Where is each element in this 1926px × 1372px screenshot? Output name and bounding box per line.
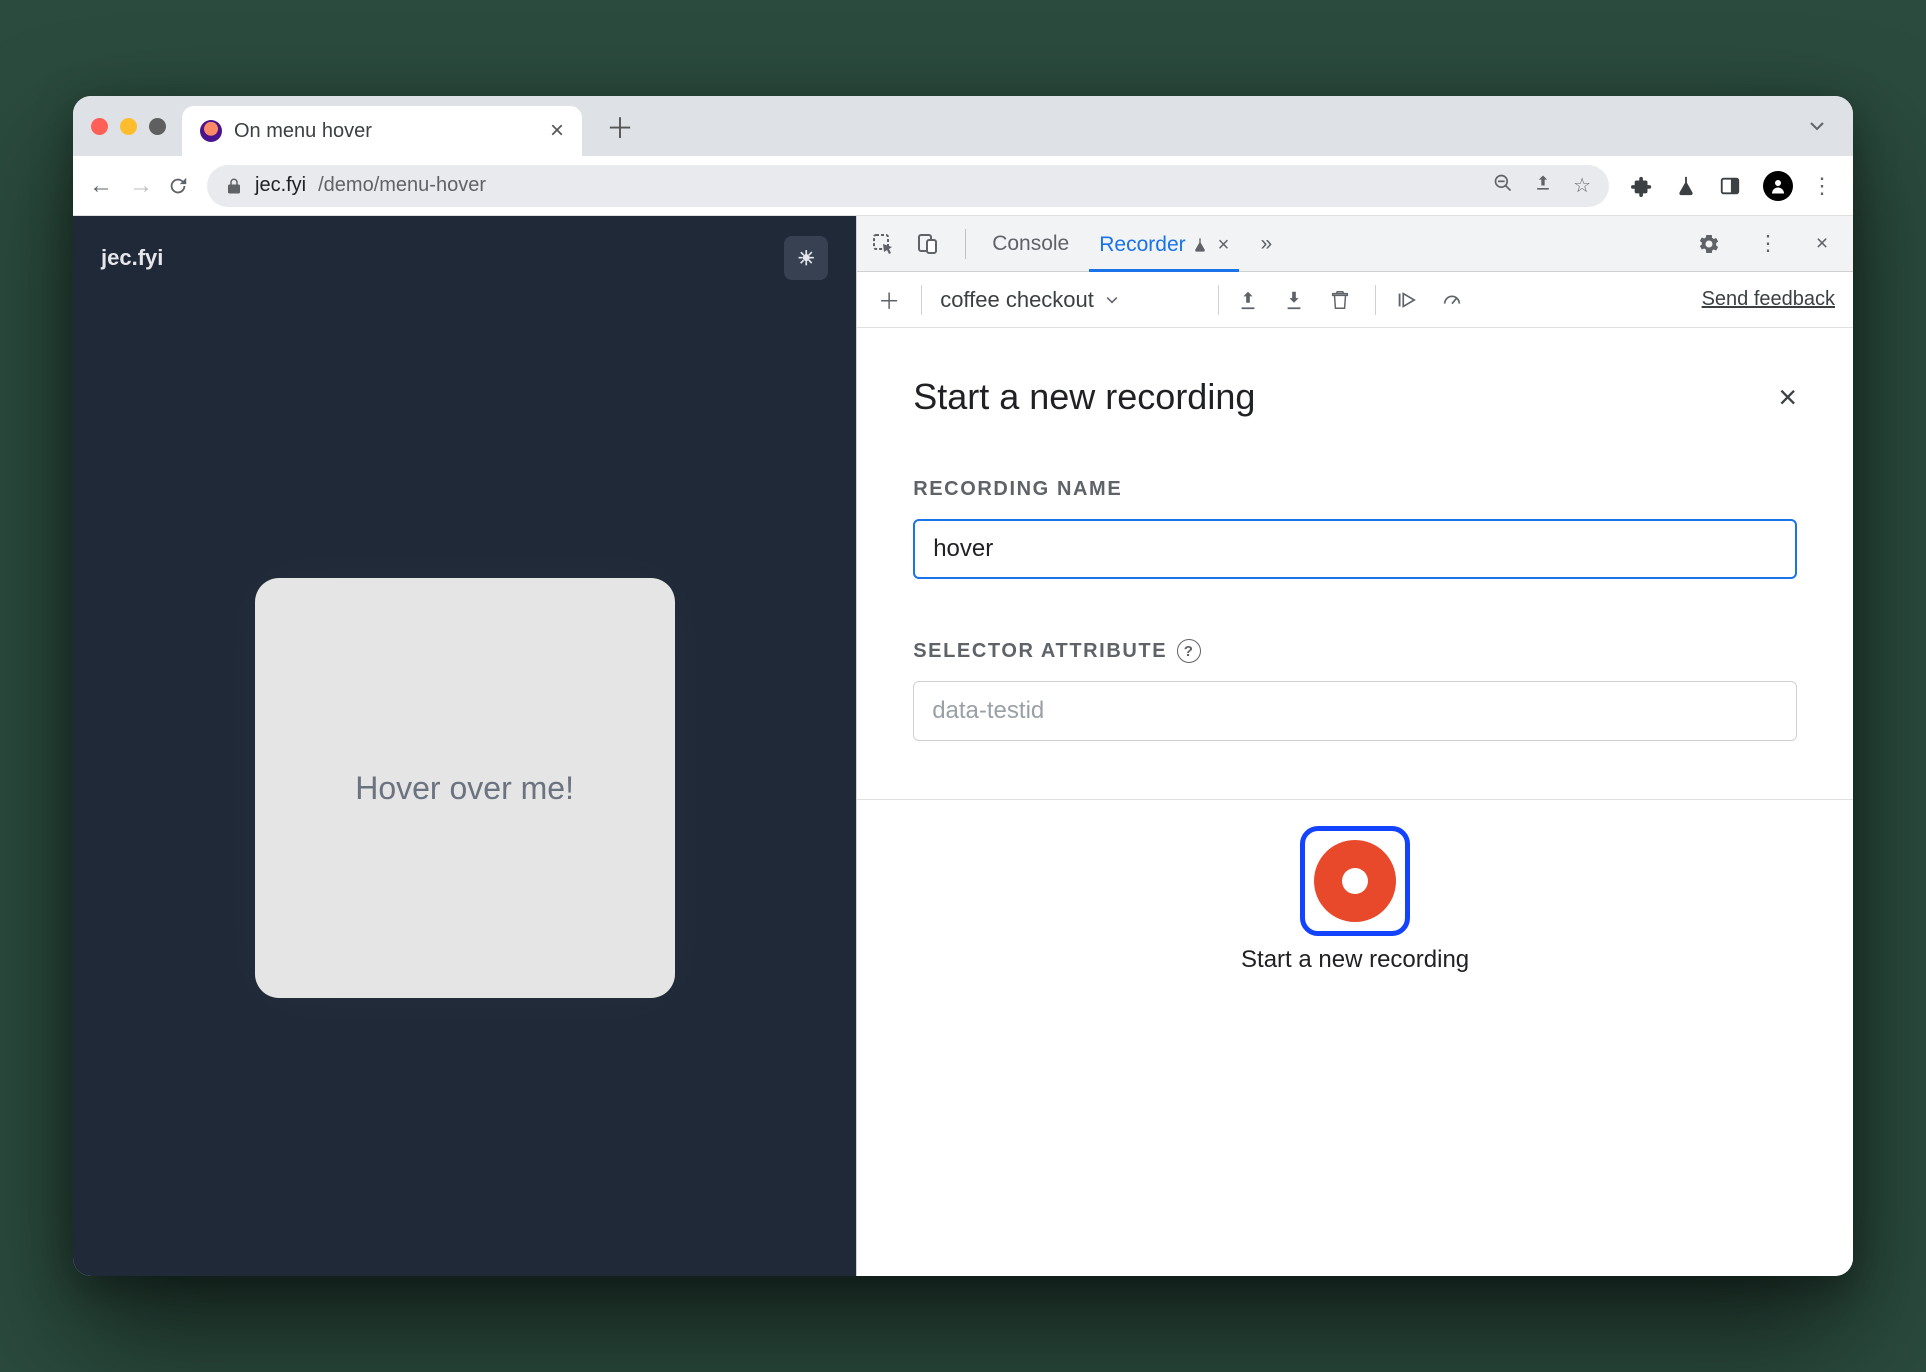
recorder-import-icon[interactable] [1283,289,1311,311]
devtools-close-icon[interactable]: × [1805,232,1839,256]
lock-icon [225,177,243,195]
start-recording-button[interactable] [1300,826,1410,936]
recorder-performance-icon[interactable] [1440,289,1468,311]
window-titlebar: On menu hover × ＋ [73,96,1853,156]
record-icon [1314,840,1396,922]
omnibox-actions: ☆ [1493,173,1591,198]
page-viewport: jec.fyi ☀ Hover over me! [73,216,856,1276]
send-feedback-link[interactable]: Send feedback [1702,288,1835,311]
devtools-tab-console[interactable]: Console [982,226,1079,262]
devtools-more-tabs-icon[interactable]: » [1249,232,1283,256]
devtools-tabstrip: Console Recorder × » ⋮ [857,216,1853,272]
hover-card[interactable]: Hover over me! [255,578,675,998]
chevron-down-icon [1104,292,1120,308]
zoom-out-icon[interactable] [1493,173,1513,198]
browser-tab[interactable]: On menu hover × [182,106,582,156]
extensions-puzzle-icon[interactable] [1631,175,1653,197]
url-path: /demo/menu-hover [318,174,486,197]
devtools-menu-icon[interactable]: ⋮ [1751,231,1785,256]
url-host: jec.fyi [255,174,306,197]
recorder-play-icon[interactable] [1394,289,1422,311]
devtools-tab-recorder[interactable]: Recorder × [1089,227,1239,272]
devtools-settings-icon[interactable] [1697,232,1731,256]
address-bar[interactable]: jec.fyi/demo/menu-hover ☆ [207,165,1609,207]
theme-toggle-button[interactable]: ☀ [784,236,828,280]
tab-title: On menu hover [234,120,372,143]
device-toggle-icon[interactable] [915,232,949,256]
bookmark-icon[interactable]: ☆ [1573,173,1591,198]
recorder-toolbar: ＋ coffee checkout [857,272,1853,328]
experimental-flask-icon [1192,237,1208,253]
selector-attribute-label-text: SELECTOR ATTRIBUTE [913,640,1167,663]
recorder-export-icon[interactable] [1237,289,1265,311]
start-recording-label: Start a new recording [1241,946,1469,974]
nav-forward-button[interactable]: → [127,172,155,200]
tab-close-icon[interactable]: × [550,117,564,145]
new-tab-button[interactable]: ＋ [590,107,650,147]
devtools-tab-close-icon[interactable]: × [1218,234,1230,257]
devtools-tab-recorder-label: Recorder [1099,233,1185,257]
recording-name-label: RECORDING NAME [913,478,1797,501]
selector-attribute-label: SELECTOR ATTRIBUTE ? [913,639,1797,663]
labs-flask-icon[interactable] [1675,175,1697,197]
recorder-form-close-icon[interactable]: × [1778,379,1797,416]
window-close-button[interactable] [91,118,108,135]
tab-search-button[interactable] [1791,116,1843,136]
window-controls [83,118,174,135]
devtools-panel: Console Recorder × » ⋮ [856,216,1853,1276]
inspect-element-icon[interactable] [871,232,905,256]
window-minimize-button[interactable] [120,118,137,135]
recorder-footer: Start a new recording [857,800,1853,1004]
recorder-new-button[interactable]: ＋ [875,284,903,316]
help-icon[interactable]: ? [1177,639,1201,663]
profile-avatar[interactable] [1763,171,1793,201]
hover-card-text: Hover over me! [355,770,574,807]
recorder-recording-dropdown[interactable]: coffee checkout [940,287,1200,313]
nav-back-button[interactable]: ← [87,172,115,200]
nav-reload-button[interactable] [167,175,195,197]
recording-name-input[interactable] [913,519,1797,579]
tab-favicon [200,120,222,142]
selector-attribute-input[interactable] [913,681,1797,741]
page-brand: jec.fyi [101,245,163,271]
browser-menu-button[interactable]: ⋮ [1805,173,1839,199]
toolbar: ← → jec.fyi/demo/menu-hover ☆ [73,156,1853,216]
recorder-delete-icon[interactable] [1329,289,1357,311]
recorder-form-title: Start a new recording [913,376,1255,418]
share-icon[interactable] [1533,173,1553,198]
recorder-form: Start a new recording × RECORDING NAME S… [857,328,1853,741]
recording-dropdown-value: coffee checkout [940,287,1094,313]
browser-window: On menu hover × ＋ ← → jec.fyi/demo/menu-… [73,96,1853,1276]
window-zoom-button[interactable] [149,118,166,135]
extension-icons [1621,175,1751,197]
side-panel-icon[interactable] [1719,175,1741,197]
